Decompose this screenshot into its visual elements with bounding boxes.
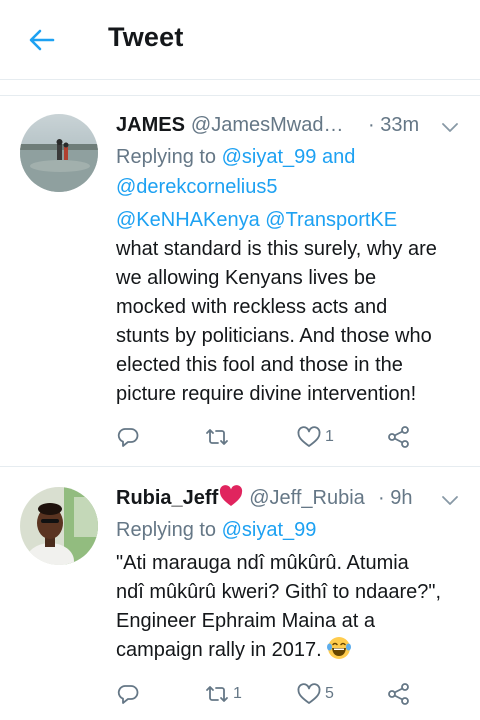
replying-to: Replying to @siyat_99 and (116, 142, 464, 172)
tweet-text-line: stunts by politicians. And those who (116, 325, 432, 347)
tweet-text: "Ati marauga ndî mûkûrû. Atumia ndî mûkû… (116, 549, 466, 669)
timestamp[interactable]: · 9h (378, 483, 412, 513)
chevron-down-icon[interactable] (440, 489, 460, 509)
chevron-down-icon[interactable] (440, 116, 460, 136)
timestamp[interactable]: · 33m (368, 110, 419, 140)
mention-link[interactable]: @derekcornelius5 (116, 176, 278, 198)
tweet-actions: 1 5 (116, 679, 464, 709)
like-count: 1 (325, 428, 334, 445)
tweet-text: @KeNHAKenya @TransportKE what standard i… (116, 206, 466, 409)
tweet-text-segment: campaign rally in 2017. (116, 639, 322, 661)
tweet-text-line: elected this fool and those in the (116, 354, 403, 376)
tweet-text-line: "Ati marauga ndî mûkûrû. Atumia (116, 552, 409, 574)
laughing-emoji (326, 636, 352, 669)
page-title: Tweet (108, 22, 184, 52)
display-name[interactable]: Rubia_Jeff (116, 487, 218, 509)
like-icon (296, 682, 322, 706)
user-handle[interactable]: @JamesMwad… (191, 114, 344, 136)
replying-to: Replying to @siyat_99 (116, 515, 464, 545)
reply-icon (116, 682, 140, 706)
mention-link[interactable]: @KeNHAKenya (116, 209, 260, 231)
tweet-meta: JAMES @JamesMwad… · 33m (116, 110, 464, 140)
replying-prefix: Replying to (116, 519, 222, 541)
replying-to-cont: @derekcornelius5 (116, 172, 464, 202)
reply-button[interactable] (116, 679, 143, 709)
app-header: Tweet (0, 0, 480, 80)
replying-and: and (316, 146, 356, 168)
mention-link[interactable]: @siyat_99 (222, 519, 317, 541)
tweet-text-line: mocked with reckless acts and (116, 296, 388, 318)
like-icon (296, 425, 322, 449)
retweet-button[interactable]: 1 (204, 679, 242, 709)
red-heart-emoji (219, 485, 243, 516)
tweet-text-line: Engineer Ephraim Maina at a (116, 610, 376, 632)
tweet-text-line: ndî mûkûrû kweri? Githî to ndaare?", (116, 581, 442, 603)
back-arrow-icon[interactable] (26, 24, 58, 56)
tweet-actions: 1 (116, 422, 464, 452)
tweet-card[interactable]: JAMES @JamesMwad… · 33m Replying to @siya… (0, 96, 480, 466)
user-handle[interactable]: @Jeff_Rubia (249, 487, 365, 509)
share-icon (386, 425, 412, 449)
mention-link[interactable]: @TransportKE (265, 209, 397, 231)
tweet-text-line: @KeNHAKenya @TransportKE (116, 206, 466, 235)
avatar[interactable] (20, 487, 98, 565)
retweet-icon (204, 682, 230, 706)
replying-prefix: Replying to (116, 146, 222, 168)
tweet-text-line: we allowing Kenyans lives be (116, 267, 377, 289)
like-button[interactable]: 1 (296, 422, 334, 452)
tweet-meta: Rubia_Jeff @Jeff_Rubia · 9h (116, 483, 464, 513)
retweet-count: 1 (233, 685, 242, 702)
retweet-button[interactable] (204, 422, 233, 452)
tweet-card[interactable]: Rubia_Jeff @Jeff_Rubia · 9h Replying to @… (0, 467, 480, 720)
retweet-icon (204, 425, 230, 449)
share-button[interactable] (386, 422, 412, 452)
like-count: 5 (325, 685, 334, 702)
tweet-text-line: what standard is this surely, why are (116, 238, 437, 260)
share-button[interactable] (386, 679, 412, 709)
tweet-text-line: campaign rally in 2017. (116, 636, 466, 669)
display-name[interactable]: JAMES (116, 114, 185, 136)
avatar[interactable] (20, 114, 98, 192)
reply-icon (116, 425, 140, 449)
like-button[interactable]: 5 (296, 679, 334, 709)
reply-button[interactable] (116, 422, 143, 452)
tweet-text-line: picture require divine intervention! (116, 383, 417, 405)
share-icon (386, 682, 412, 706)
mention-link[interactable]: @siyat_99 (222, 146, 317, 168)
